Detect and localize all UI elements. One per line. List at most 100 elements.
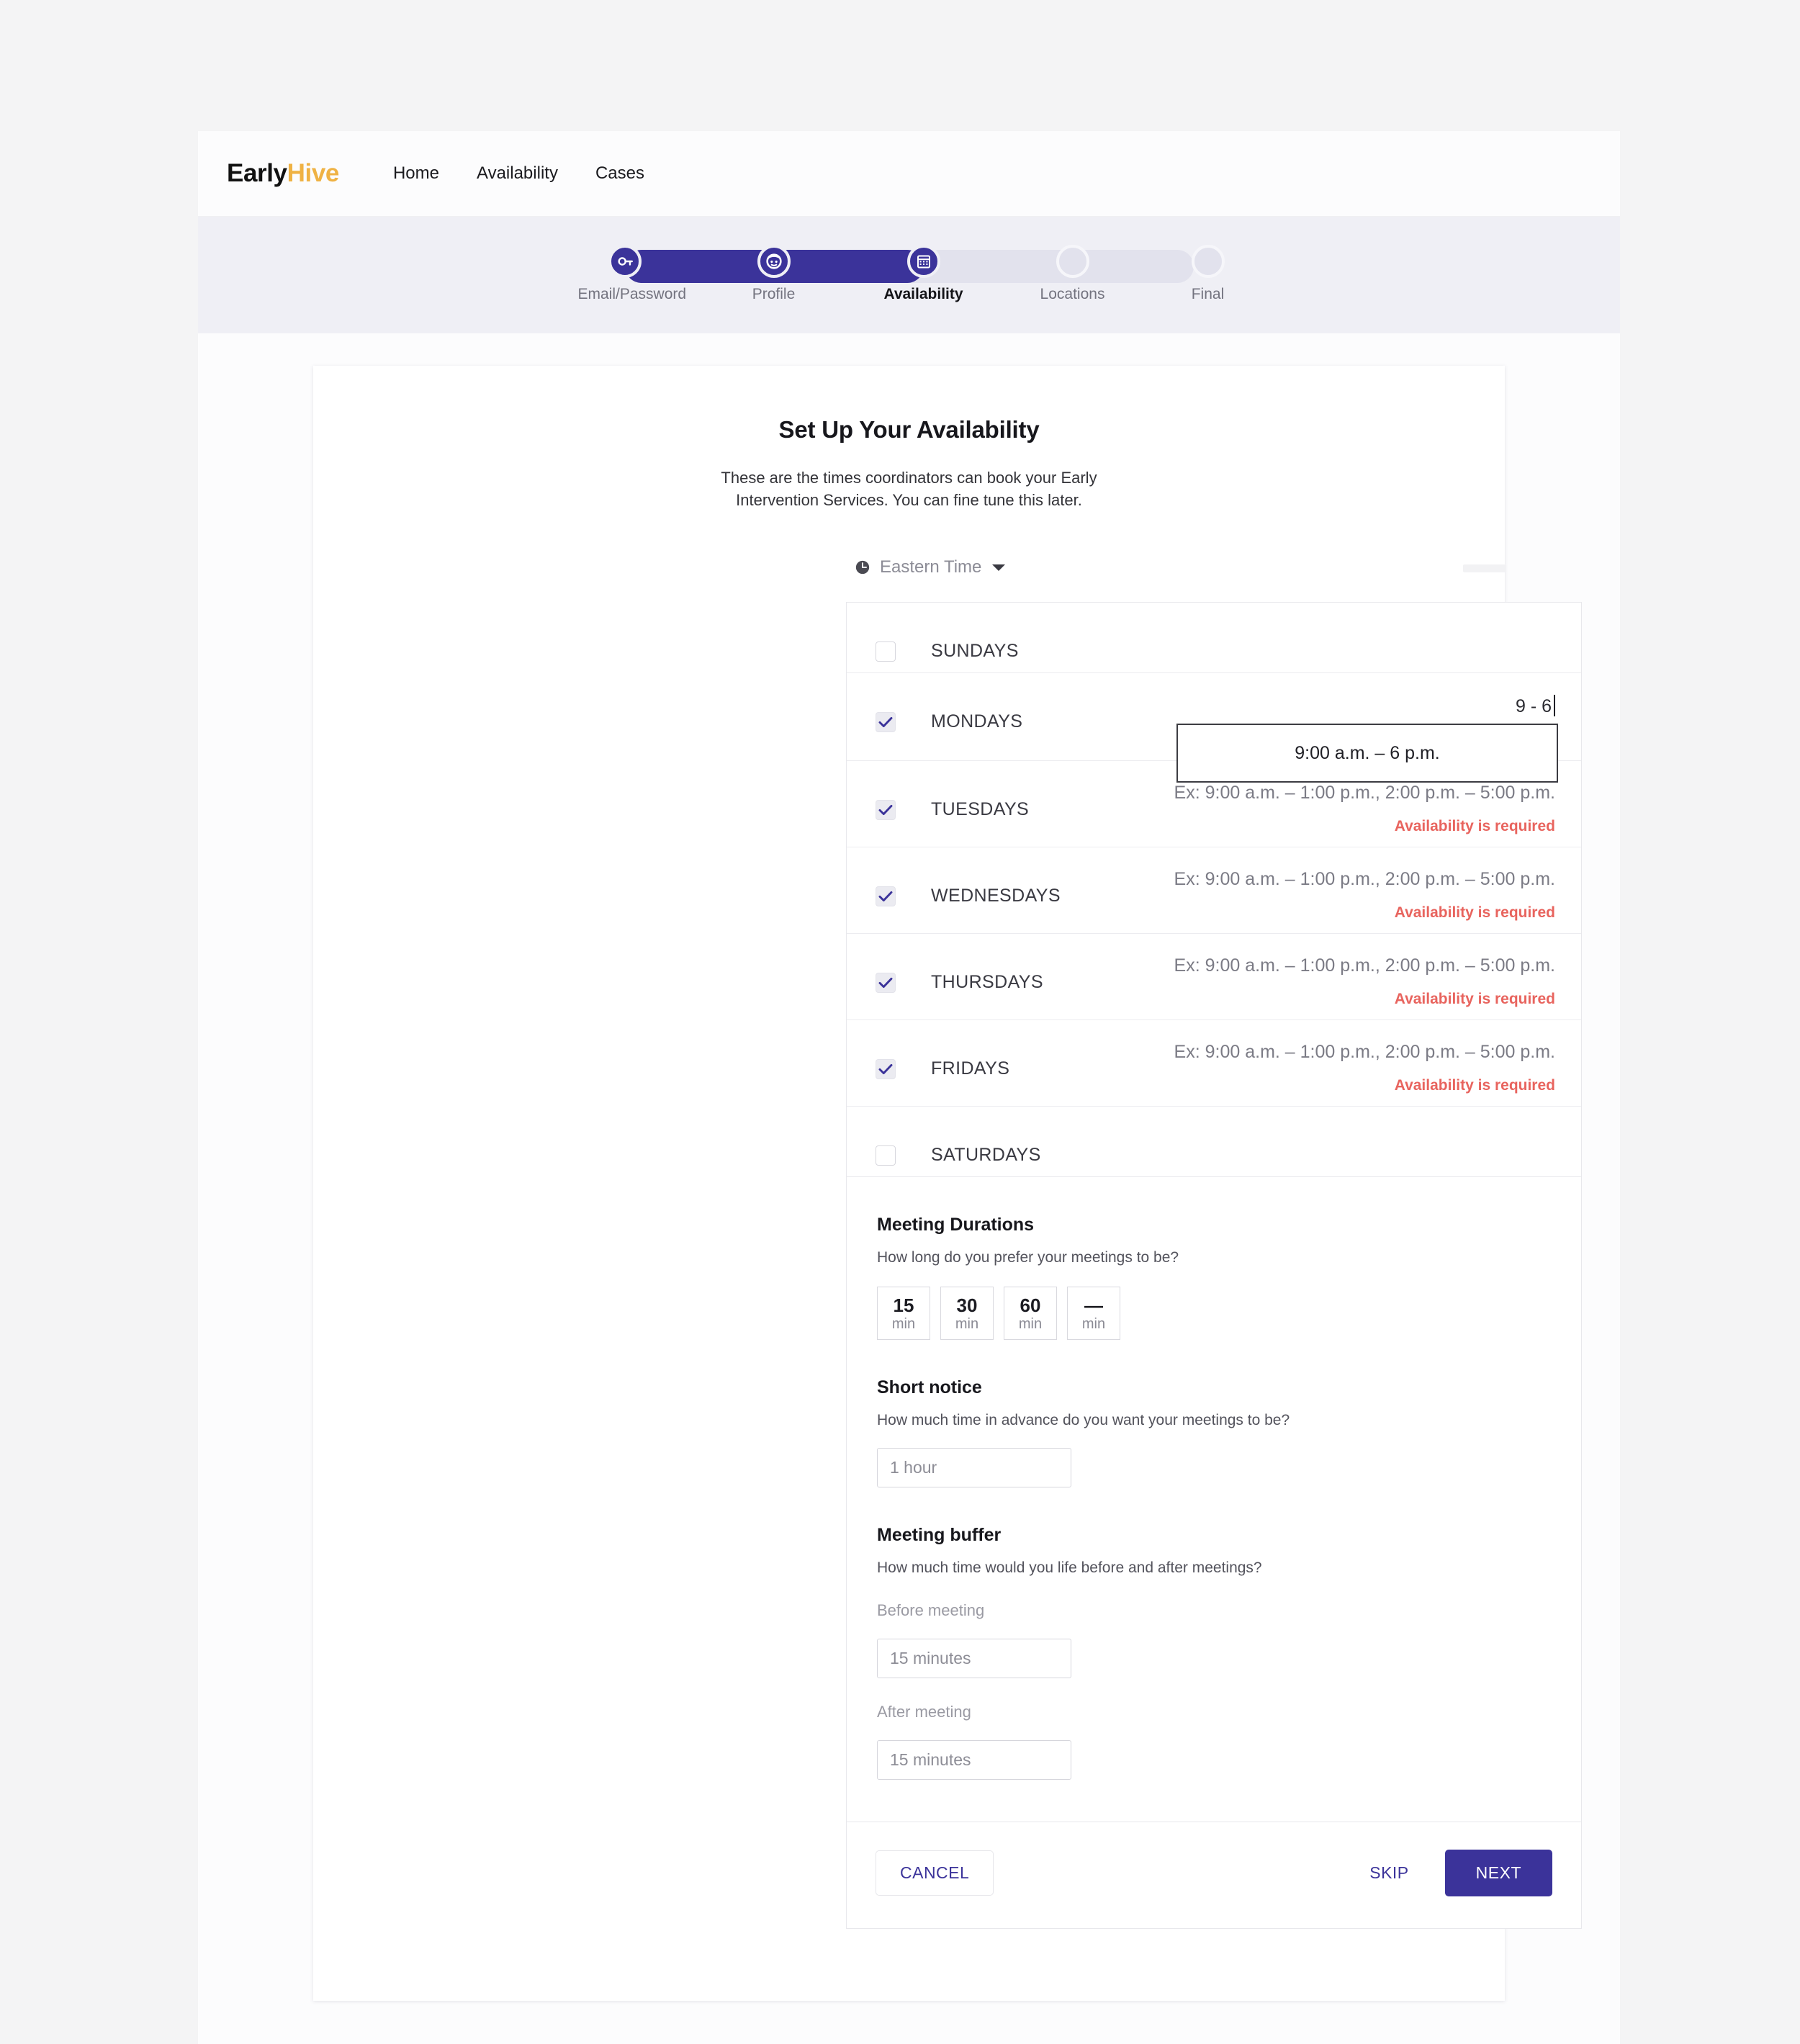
cancel-button[interactable]: CANCEL <box>876 1850 994 1896</box>
day-label-thursdays: THURSDAYS <box>931 972 1043 993</box>
skip-button[interactable]: SKIP <box>1351 1851 1427 1895</box>
nav-link-cases[interactable]: Cases <box>595 163 644 184</box>
short-notice-input[interactable]: 1 hour <box>877 1448 1071 1488</box>
duration-value-15: 15 <box>893 1294 914 1316</box>
error-message-wednesdays: Availability is required <box>1394 904 1555 922</box>
step-profile[interactable]: Profile <box>727 240 821 303</box>
duration-value-custom: — <box>1084 1294 1103 1316</box>
availability-input-tuesdays[interactable]: Ex: 9:00 a.m. – 1:00 p.m., 2:00 p.m. – 5… <box>1174 783 1555 803</box>
table-row: WEDNESDAYS Ex: 9:00 a.m. – 1:00 p.m., 2:… <box>847 847 1581 935</box>
app-logo[interactable]: EarlyHive <box>227 159 339 188</box>
checkbox-tuesdays[interactable] <box>876 799 896 820</box>
nav-link-availability[interactable]: Availability <box>477 163 558 184</box>
availability-input-value-mondays: 9 - 6 <box>1515 696 1552 717</box>
duration-option-15[interactable]: 15 min <box>877 1287 930 1341</box>
table-row: MONDAYS 9 - 6 Availability is required 9… <box>847 673 1581 783</box>
day-label-saturdays: SATURDAYS <box>931 1145 1041 1166</box>
step-dot-profile <box>757 245 791 278</box>
day-toggle-saturdays[interactable]: SATURDAYS <box>876 1107 1041 1176</box>
onboarding-stepper-band: Email/Password Profile Availability Loca… <box>198 217 1620 333</box>
meeting-durations-title: Meeting Durations <box>877 1215 1035 1235</box>
checkbox-saturdays[interactable] <box>876 1145 896 1166</box>
nav-link-home[interactable]: Home <box>393 163 439 184</box>
step-label-final: Final <box>1191 286 1225 302</box>
before-meeting-input[interactable]: 15 minutes <box>877 1639 1071 1679</box>
logo-text-primary: Early <box>227 159 287 187</box>
duration-unit-15: min <box>891 1315 916 1332</box>
timezone-label: Eastern Time <box>880 557 982 577</box>
before-meeting-placeholder: 15 minutes <box>890 1649 971 1668</box>
text-cursor <box>1554 695 1555 717</box>
check-icon <box>878 716 893 728</box>
day-label-mondays: MONDAYS <box>931 711 1023 732</box>
availability-input-fridays[interactable]: Ex: 9:00 a.m. – 1:00 p.m., 2:00 p.m. – 5… <box>1174 1042 1555 1063</box>
timezone-selector[interactable]: Eastern Time <box>855 557 1596 577</box>
after-meeting-label: After meeting <box>877 1703 971 1721</box>
step-availability[interactable]: Availability <box>877 240 971 303</box>
error-message-thursdays: Availability is required <box>1394 991 1555 1008</box>
day-toggle-tuesdays[interactable]: TUESDAYS <box>876 761 1029 831</box>
duration-option-custom[interactable]: — min <box>1067 1287 1120 1341</box>
logo-text-accent: Hive <box>287 159 340 187</box>
day-toggle-sundays[interactable]: SUNDAYS <box>876 603 1019 672</box>
check-icon <box>878 977 893 989</box>
day-input-area-saturdays[interactable] <box>1041 1107 1555 1140</box>
short-notice-placeholder: 1 hour <box>890 1458 937 1477</box>
onboarding-stepper: Email/Password Profile Availability Loca… <box>578 240 1225 319</box>
duration-option-30[interactable]: 30 min <box>940 1287 994 1341</box>
next-button[interactable]: NEXT <box>1444 1850 1552 1897</box>
step-email-password[interactable]: Email/Password <box>577 240 687 303</box>
day-input-area-wednesdays[interactable]: Ex: 9:00 a.m. – 1:00 p.m., 2:00 p.m. – 5… <box>1061 847 1555 933</box>
check-icon <box>878 804 893 816</box>
day-input-area-thursdays[interactable]: Ex: 9:00 a.m. – 1:00 p.m., 2:00 p.m. – 5… <box>1043 934 1555 1019</box>
checkbox-wednesdays[interactable] <box>876 886 896 906</box>
after-meeting-input[interactable]: 15 minutes <box>877 1740 1071 1780</box>
suggestion-option-0[interactable]: 9:00 a.m. – 6 p.m. <box>1295 743 1440 764</box>
day-toggle-mondays[interactable]: MONDAYS <box>876 673 1022 743</box>
day-toggle-thursdays[interactable]: THURSDAYS <box>876 934 1043 1004</box>
duration-value-30: 30 <box>956 1294 978 1316</box>
top-navigation-bar: EarlyHive Home Availability Cases <box>198 131 1620 217</box>
availability-input-thursdays[interactable]: Ex: 9:00 a.m. – 1:00 p.m., 2:00 p.m. – 5… <box>1174 955 1555 976</box>
checkbox-thursdays[interactable] <box>876 972 896 993</box>
step-label-email-password: Email/Password <box>577 286 687 302</box>
meeting-duration-options: 15 min 30 min 60 min — min <box>877 1287 1551 1341</box>
day-input-area-fridays[interactable]: Ex: 9:00 a.m. – 1:00 p.m., 2:00 p.m. – 5… <box>1009 1020 1555 1106</box>
day-input-area-sundays[interactable] <box>1019 603 1555 636</box>
short-notice-title: Short notice <box>877 1377 982 1398</box>
time-suggestion-dropdown[interactable]: 9:00 a.m. – 6 p.m. <box>1176 724 1558 783</box>
step-dot-availability <box>906 245 940 278</box>
checkbox-mondays[interactable] <box>876 711 896 732</box>
step-label-profile: Profile <box>752 286 796 302</box>
clock-icon <box>855 561 870 575</box>
day-toggle-fridays[interactable]: FRIDAYS <box>876 1020 1009 1090</box>
meeting-buffer-title: Meeting buffer <box>877 1525 1002 1546</box>
availability-input-wednesdays[interactable]: Ex: 9:00 a.m. – 1:00 p.m., 2:00 p.m. – 5… <box>1174 869 1555 890</box>
error-message-fridays: Availability is required <box>1394 1077 1555 1094</box>
duration-unit-30: min <box>955 1315 979 1332</box>
step-dot-locations <box>1056 245 1089 278</box>
meeting-settings-section: Meeting Durations How long do you prefer… <box>846 1177 1582 1823</box>
table-row: FRIDAYS Ex: 9:00 a.m. – 1:00 p.m., 2:00 … <box>847 1020 1581 1107</box>
before-meeting-label: Before meeting <box>877 1601 985 1620</box>
availability-input-mondays[interactable]: 9 - 6 <box>1516 695 1555 717</box>
duration-value-60: 60 <box>1020 1294 1041 1316</box>
checkbox-sundays[interactable] <box>876 641 896 662</box>
step-final[interactable]: Final <box>1161 240 1255 303</box>
day-label-tuesdays: TUESDAYS <box>931 799 1030 820</box>
day-toggle-wednesdays[interactable]: WEDNESDAYS <box>876 847 1061 917</box>
loading-placeholder-bar <box>1463 564 1506 573</box>
page-subtitle: These are the times coordinators can boo… <box>721 469 1097 510</box>
checkbox-fridays[interactable] <box>876 1058 896 1079</box>
step-locations[interactable]: Locations <box>1026 240 1120 303</box>
duration-unit-custom: min <box>1081 1315 1106 1332</box>
day-label-sundays: SUNDAYS <box>931 641 1019 662</box>
chevron-down-icon[interactable] <box>991 563 1006 572</box>
day-label-wednesdays: WEDNESDAYS <box>931 886 1061 906</box>
after-meeting-placeholder: 15 minutes <box>890 1750 971 1770</box>
face-icon <box>765 253 782 269</box>
check-icon <box>878 891 893 902</box>
error-message-tuesdays: Availability is required <box>1394 818 1555 835</box>
duration-option-60[interactable]: 60 min <box>1004 1287 1057 1341</box>
table-row: SATURDAYS <box>847 1107 1581 1176</box>
